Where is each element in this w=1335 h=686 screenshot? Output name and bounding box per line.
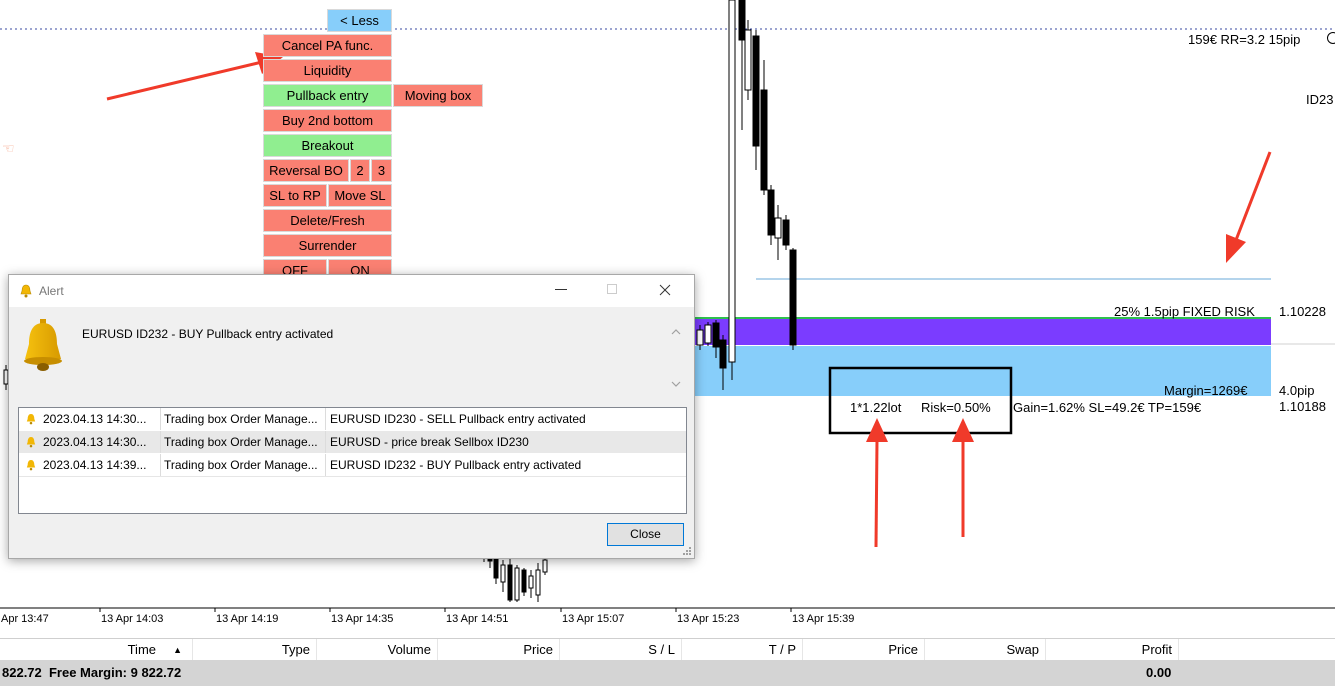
bell-icon — [26, 460, 36, 471]
reversal-bo-button[interactable]: Reversal BO — [263, 159, 349, 182]
time-label: 13 Apr 15:39 — [792, 613, 855, 625]
row-time: 2023.04.13 14:30... — [43, 408, 161, 430]
cancel-pa-button[interactable]: Cancel PA func. — [263, 34, 392, 57]
col-swap[interactable]: Swap — [925, 639, 1046, 661]
maximize-button[interactable] — [607, 284, 617, 294]
col-tp[interactable]: T / P — [682, 639, 803, 661]
bell-icon — [20, 284, 32, 298]
bell-icon — [26, 414, 36, 425]
row-text: EURUSD - price break Sellbox ID230 — [330, 435, 529, 449]
price-top-label: 1.10228 — [1279, 304, 1326, 319]
col-price[interactable]: Price — [438, 639, 560, 661]
message-scrollbar[interactable] — [667, 323, 685, 395]
col-sl[interactable]: S / L — [560, 639, 682, 661]
list-item[interactable]: 2023.04.13 14:30... Trading box Order Ma… — [19, 408, 686, 430]
buy-2nd-bottom-button[interactable]: Buy 2nd bottom — [263, 109, 392, 132]
time-label: 13 Apr 14:03 — [101, 613, 164, 625]
row-time: 2023.04.13 14:30... — [43, 431, 161, 453]
sell-box — [690, 318, 1271, 345]
alert-title: Alert — [39, 284, 64, 298]
liquidity-button[interactable]: Liquidity — [263, 59, 392, 82]
reversal-2-button[interactable]: 2 — [350, 159, 370, 182]
alert-message-area: EURUSD ID232 - BUY Pullback entry activa… — [9, 307, 694, 399]
time-label: 13 Apr 14:51 — [446, 613, 509, 625]
candles-bottom — [483, 556, 548, 602]
resize-grip-icon[interactable] — [681, 545, 691, 555]
surrender-button[interactable]: Surrender — [263, 234, 392, 257]
id-label: ID23 — [1306, 92, 1334, 107]
row-text: EURUSD ID232 - BUY Pullback entry activa… — [330, 458, 582, 472]
time-label: 13 Apr 14:19 — [216, 613, 279, 625]
gain-sl-tp-label: Gain=1.62% SL=49.2€ TP=159€ — [1013, 400, 1202, 415]
col-volume[interactable]: Volume — [317, 639, 438, 661]
delete-fresh-button[interactable]: Delete/Fresh — [263, 209, 392, 232]
time-label: 13 Apr 15:23 — [677, 613, 740, 625]
list-row-divider — [19, 476, 686, 477]
close-button[interactable]: Close — [607, 523, 684, 546]
col-profit[interactable]: Profit — [1046, 639, 1179, 661]
alert-titlebar[interactable]: Alert — [9, 275, 694, 307]
pullback-entry-button[interactable]: Pullback entry — [263, 84, 392, 107]
pip-label: 4.0pip — [1279, 383, 1315, 398]
fixed-risk-label: 25% 1.5pip FIXED RISK — [1114, 304, 1255, 319]
alert-message: EURUSD ID232 - BUY Pullback entry activa… — [82, 327, 334, 341]
breakout-button[interactable]: Breakout — [263, 134, 392, 157]
free-margin-summary: 822.72 Free Margin: 9 822.72 — [2, 665, 182, 680]
row-time: 2023.04.13 14:39... — [43, 454, 161, 476]
hand-icon: ☜ — [2, 141, 15, 157]
row-text: EURUSD ID230 - SELL Pullback entry activ… — [330, 412, 586, 426]
minimize-button[interactable] — [555, 289, 567, 290]
close-window-icon[interactable] — [659, 284, 671, 296]
profit-total: 0.00 — [1146, 665, 1172, 680]
col-type[interactable]: Type — [193, 639, 317, 661]
reversal-3-button[interactable]: 3 — [371, 159, 392, 182]
account-summary-row: 822.72 Free Margin: 9 822.72 0.00 — [0, 660, 1335, 686]
sort-up-icon: ▲ — [173, 645, 182, 655]
alert-dialog: Alert EURUSD ID232 - BUY Pullback entry … — [8, 274, 695, 559]
list-item[interactable]: 2023.04.13 14:30... Trading box Order Ma… — [19, 431, 686, 453]
time-label: 13 Apr 15:07 — [562, 613, 625, 625]
move-sl-button[interactable]: Move SL — [328, 184, 392, 207]
list-item[interactable]: 2023.04.13 14:39... Trading box Order Ma… — [19, 454, 686, 476]
row-source: Trading box Order Manage... — [164, 431, 326, 453]
row-source: Trading box Order Manage... — [164, 408, 326, 430]
price-bottom-label: 1.10188 — [1279, 399, 1326, 414]
moving-box-button[interactable]: Moving box — [393, 84, 483, 107]
clock-icon — [1327, 32, 1335, 44]
trade-table-header: Time ▲ Type Volume Price S / L T / P Pri… — [0, 638, 1335, 661]
col-price-current[interactable]: Price — [803, 639, 925, 661]
risk-percent-label: Risk=0.50% — [921, 400, 991, 415]
col-time[interactable]: Time ▲ — [0, 639, 193, 661]
bell-icon — [26, 437, 36, 448]
tp-rr-label: 159€ RR=3.2 15pip — [1188, 32, 1301, 47]
less-button[interactable]: < Less — [327, 9, 392, 32]
time-label: 13 Apr 14:35 — [331, 613, 394, 625]
time-label: Apr 13:47 — [1, 613, 49, 625]
sl-to-rp-button[interactable]: SL to RP — [263, 184, 327, 207]
col-time-label: Time — [127, 642, 156, 657]
row-source: Trading box Order Manage... — [164, 454, 326, 476]
margin-label: Margin=1269€ — [1164, 383, 1248, 398]
alert-history-list: 2023.04.13 14:30... Trading box Order Ma… — [18, 407, 687, 514]
lot-label: 1*1.22lot — [850, 400, 902, 415]
large-bell-icon — [24, 319, 62, 371]
